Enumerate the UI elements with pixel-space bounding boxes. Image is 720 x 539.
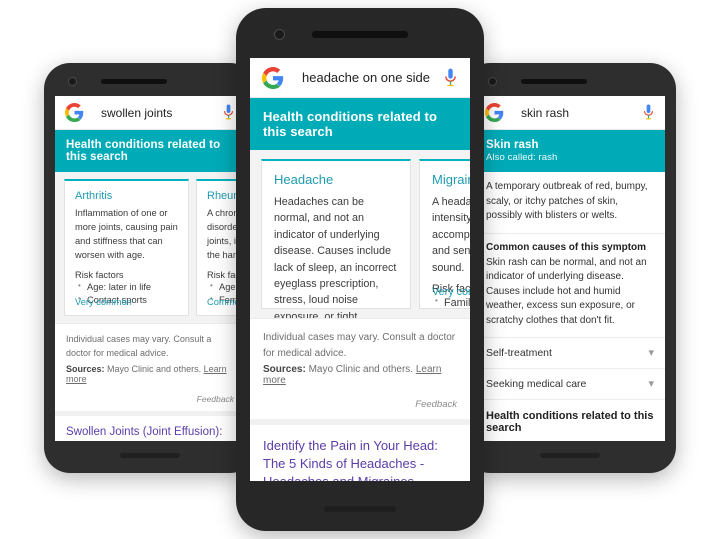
symptom-panel-right: A temporary outbreak of red, bumpy, scal… <box>475 172 665 441</box>
band-title-center: Health conditions related to this search <box>263 109 437 139</box>
sources-label: Sources: <box>66 363 105 374</box>
earpiece-speaker <box>101 79 167 84</box>
condition-frequency: Very common <box>75 297 132 307</box>
condition-carousel-left[interactable]: Arthritis Inflammation of one or more jo… <box>55 172 245 323</box>
home-indicator <box>324 506 396 512</box>
sources-text: Mayo Clinic and others. <box>308 364 414 375</box>
front-camera-icon <box>274 29 285 40</box>
symptom-summary-section: A temporary outbreak of red, bumpy, scal… <box>475 172 665 234</box>
search-bar-left[interactable]: swollen joints <box>55 96 245 130</box>
microphone-icon[interactable] <box>443 68 458 88</box>
condition-title: Migraine <box>432 172 470 187</box>
search-bar-right[interactable]: skin rash <box>475 96 665 130</box>
list-item: Family history <box>432 295 470 312</box>
feedback-link[interactable]: Feedback <box>263 399 457 410</box>
search-result[interactable]: Identify the Pain in Your Head: The 5 Ki… <box>250 425 470 481</box>
result-title[interactable]: Identify the Pain in Your Head: The 5 Ki… <box>263 437 457 481</box>
search-query-left[interactable]: swollen joints <box>101 106 222 120</box>
condition-carousel-center[interactable]: Headache Headaches can be normal, and no… <box>250 150 470 318</box>
condition-description: A headache of varying intensity, often a… <box>432 196 470 274</box>
earpiece-speaker <box>521 79 587 84</box>
search-query-center[interactable]: headache on one side <box>302 70 443 85</box>
search-query-right[interactable]: skin rash <box>521 106 642 120</box>
chevron-down-icon[interactable]: ▾ <box>648 378 654 390</box>
accordion-label: Self-treatment <box>486 347 552 359</box>
sources-text: Mayo Clinic and others. <box>107 363 202 374</box>
sources-line: Sources: Mayo Clinic and others. Learn m… <box>66 364 234 384</box>
condition-description: Headaches can be normal, and not an indi… <box>274 196 397 318</box>
condition-title: Arthritis <box>75 190 113 202</box>
phone-left-screen: swollen joints Health conditions related… <box>55 96 245 441</box>
band-title-left: Health conditions related to this search <box>66 139 221 163</box>
medical-disclaimer-center: Individual cases may vary. Consult a doc… <box>250 318 470 419</box>
google-logo-icon <box>65 103 84 122</box>
search-bar-center[interactable]: headache on one side <box>250 58 470 98</box>
condition-card[interactable]: Arthritis Inflammation of one or more jo… <box>64 179 189 316</box>
common-causes-heading: Common causes of this symptom <box>486 241 647 253</box>
condition-frequency: Very common <box>432 286 470 298</box>
earpiece-speaker <box>312 31 408 38</box>
risk-factors-list: Family history <box>432 295 470 312</box>
accordion-seeking-medical-care[interactable]: Seeking medical care ▾ <box>475 369 665 400</box>
result-title[interactable]: Swollen Joints (Joint Effusion): Causes … <box>66 425 234 441</box>
phone-center: headache on one side Health conditions r… <box>236 8 484 531</box>
symptom-summary: A temporary outbreak of red, bumpy, scal… <box>486 181 648 221</box>
condition-description: Inflammation of one or more joints, caus… <box>75 208 178 260</box>
health-conditions-band-left: Health conditions related to this search <box>55 130 245 172</box>
disclaimer-text: Individual cases may vary. Consult a doc… <box>66 334 212 358</box>
phone-right-screen: skin rash Skin rash Also called: rash A … <box>475 96 665 441</box>
medical-disclaimer-left: Individual cases may vary. Consult a doc… <box>55 323 245 411</box>
sources-label: Sources: <box>263 364 306 375</box>
common-causes-text: Skin rash can be normal, and not an indi… <box>486 256 647 326</box>
risk-factors-label: Risk factors <box>75 269 124 280</box>
microphone-icon[interactable] <box>642 104 655 121</box>
feedback-link[interactable]: Feedback <box>66 394 234 404</box>
condition-card[interactable]: Migraine A headache of varying intensity… <box>419 159 470 309</box>
sources-line: Sources: Mayo Clinic and others. Learn m… <box>263 364 457 386</box>
chevron-down-icon[interactable]: ▾ <box>648 347 654 359</box>
symptom-title: Skin rash <box>486 139 539 151</box>
google-logo-icon <box>262 66 284 89</box>
common-causes-section: Common causes of this symptom Skin rash … <box>475 234 665 338</box>
health-conditions-band-center: Health conditions related to this search <box>250 98 470 150</box>
front-camera-icon <box>68 77 77 86</box>
condition-title: Headache <box>274 172 334 187</box>
condition-card[interactable]: Headache Headaches can be normal, and no… <box>261 159 411 318</box>
related-conditions-heading: Health conditions related to this search <box>475 400 665 441</box>
microphone-icon[interactable] <box>222 104 235 121</box>
list-item: Age: later in life <box>75 280 179 294</box>
screenshot-stage: swollen joints Health conditions related… <box>0 0 720 539</box>
accordion-self-treatment[interactable]: Self-treatment ▾ <box>475 338 665 369</box>
home-indicator <box>540 453 600 458</box>
phone-center-screen: headache on one side Health conditions r… <box>250 58 470 481</box>
accordion-label: Seeking medical care <box>486 378 587 390</box>
home-indicator <box>120 453 180 458</box>
google-logo-icon <box>485 103 504 122</box>
symptom-header-band-right: Skin rash Also called: rash <box>475 130 665 172</box>
phone-left: swollen joints Health conditions related… <box>44 63 256 473</box>
search-result[interactable]: Swollen Joints (Joint Effusion): Causes … <box>55 415 245 441</box>
front-camera-icon <box>488 77 497 86</box>
symptom-subtitle: Also called: rash <box>486 152 558 163</box>
phone-right: skin rash Skin rash Also called: rash A … <box>464 63 676 473</box>
disclaimer-text: Individual cases may vary. Consult a doc… <box>263 332 456 359</box>
